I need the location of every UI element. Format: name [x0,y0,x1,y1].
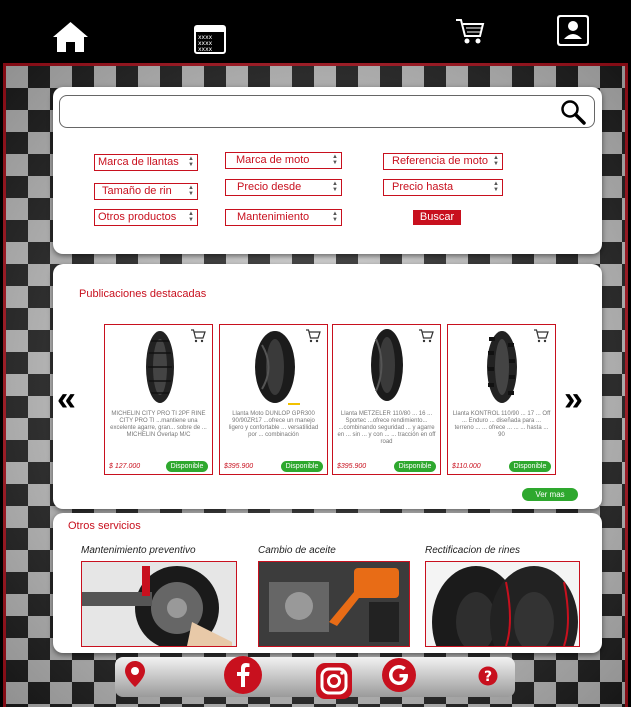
precio-hasta-select[interactable]: Precio hasta ▲ ▼ [383,179,503,196]
service-image-rines[interactable] [425,561,580,647]
service-image-mantenimiento[interactable] [81,561,237,647]
location-icon[interactable] [120,659,150,689]
mantenimiento-label: Mantenimiento [237,211,310,223]
add-to-cart-icon[interactable] [418,329,434,348]
referencia-moto-label: Referencia de moto [392,155,488,167]
marca-moto-label: Marca de moto [236,154,310,166]
featured-title: Publicaciones destacadas [79,288,207,300]
tamano-rin-select[interactable]: Tamaño de rin ▲ ▼ [94,183,198,200]
service-label: Mantenimiento preventivo [81,545,196,556]
buscar-button[interactable]: Buscar [413,210,461,225]
product-price: $395.900 [224,463,254,470]
otros-productos-label: Otros productos [98,211,177,223]
marca-moto-select[interactable]: Marca de moto ▲ ▼ [225,152,342,169]
svg-text:?: ? [484,669,492,685]
marca-llantas-select[interactable]: Marca de llantas ▲ ▼ [94,154,198,171]
availability-badge: Disponible [281,461,323,472]
service-image-aceite[interactable] [258,561,410,647]
product-price: $110.000 [452,463,481,470]
chevron-updown-icon: ▲ ▼ [332,211,338,223]
search-icon[interactable] [560,99,586,130]
mantenimiento-select[interactable]: Mantenimiento ▲ ▼ [225,209,342,226]
product-price: $ 127.000 [109,463,141,470]
service-label: Cambio de aceite [258,545,336,556]
product-card[interactable]: Llanta KONTROL 110/90 ... 17 ... Off ...… [447,324,556,475]
availability-badge: Disponible [394,461,436,472]
google-icon[interactable] [381,657,417,693]
chevron-updown-icon: ▲ ▼ [332,154,338,166]
add-to-cart-icon[interactable] [190,329,206,348]
precio-hasta-label: Precio hasta [392,181,454,193]
services-title: Otros servicios [68,520,141,532]
product-description: Llanta KONTROL 110/90 ... 17 ... Off ...… [452,411,551,438]
product-price: $395.900 [337,463,367,470]
product-description: Llanta METZELER 110/80 ... 16 ... Sporte… [337,411,436,445]
user-icon[interactable] [557,15,589,46]
help-icon[interactable]: ? [477,665,499,687]
otros-productos-select[interactable]: Otros productos ▲ ▼ [94,209,198,226]
product-description: MICHELIN CITY PRO TI 2PF RINE CITY PRO T… [110,411,207,438]
service-label: Rectificacion de rines [425,545,521,556]
calendar-icon[interactable]: xxxx xxxx xxxx [194,22,226,54]
product-card[interactable]: Llanta Moto DUNLOP GPR300 90/90ZR17 ...o… [219,324,328,475]
chevron-updown-icon: ▲ ▼ [188,156,194,168]
ver-mas-button[interactable]: Ver mas [522,488,578,501]
chevron-updown-icon: ▲ ▼ [188,185,194,197]
tire-image [487,331,517,403]
tamano-rin-label: Tamaño de rin [102,185,172,197]
marca-llantas-label: Marca de llantas [98,156,179,168]
carousel-next-button[interactable]: » [564,382,583,416]
add-to-cart-icon[interactable] [305,329,321,348]
product-description: Llanta Moto DUNLOP GPR300 90/90ZR17 ...o… [228,411,319,438]
availability-badge: Disponible [509,461,551,472]
chevron-updown-icon: ▲ ▼ [493,155,499,167]
chevron-updown-icon: ▲ ▼ [493,181,499,193]
availability-badge: Disponible [166,461,208,472]
product-card[interactable]: Llanta METZELER 110/80 ... 16 ... Sporte… [332,324,441,475]
add-to-cart-icon[interactable] [533,329,549,348]
chevron-updown-icon: ▲ ▼ [332,181,338,193]
precio-desde-label: Precio desde [237,181,302,193]
facebook-icon[interactable] [223,655,263,695]
home-icon[interactable] [52,21,89,53]
precio-desde-select[interactable]: Precio desde ▲ ▼ [225,179,342,196]
cart-icon[interactable] [455,18,485,45]
chevron-updown-icon: ▲ ▼ [188,211,194,223]
instagram-icon[interactable] [315,662,353,700]
svg-text:xxxx: xxxx [198,46,213,53]
referencia-moto-select[interactable]: Referencia de moto ▲ ▼ [383,153,503,170]
top-navbar: xxxx xxxx xxxx [0,0,631,63]
tire-image [146,331,174,403]
carousel-prev-button[interactable]: « [57,382,76,416]
tire-image [371,329,403,401]
tire-image [255,331,300,405]
search-bar [59,95,595,128]
product-card[interactable]: MICHELIN CITY PRO TI 2PF RINE CITY PRO T… [104,324,213,475]
search-input[interactable] [70,96,554,127]
